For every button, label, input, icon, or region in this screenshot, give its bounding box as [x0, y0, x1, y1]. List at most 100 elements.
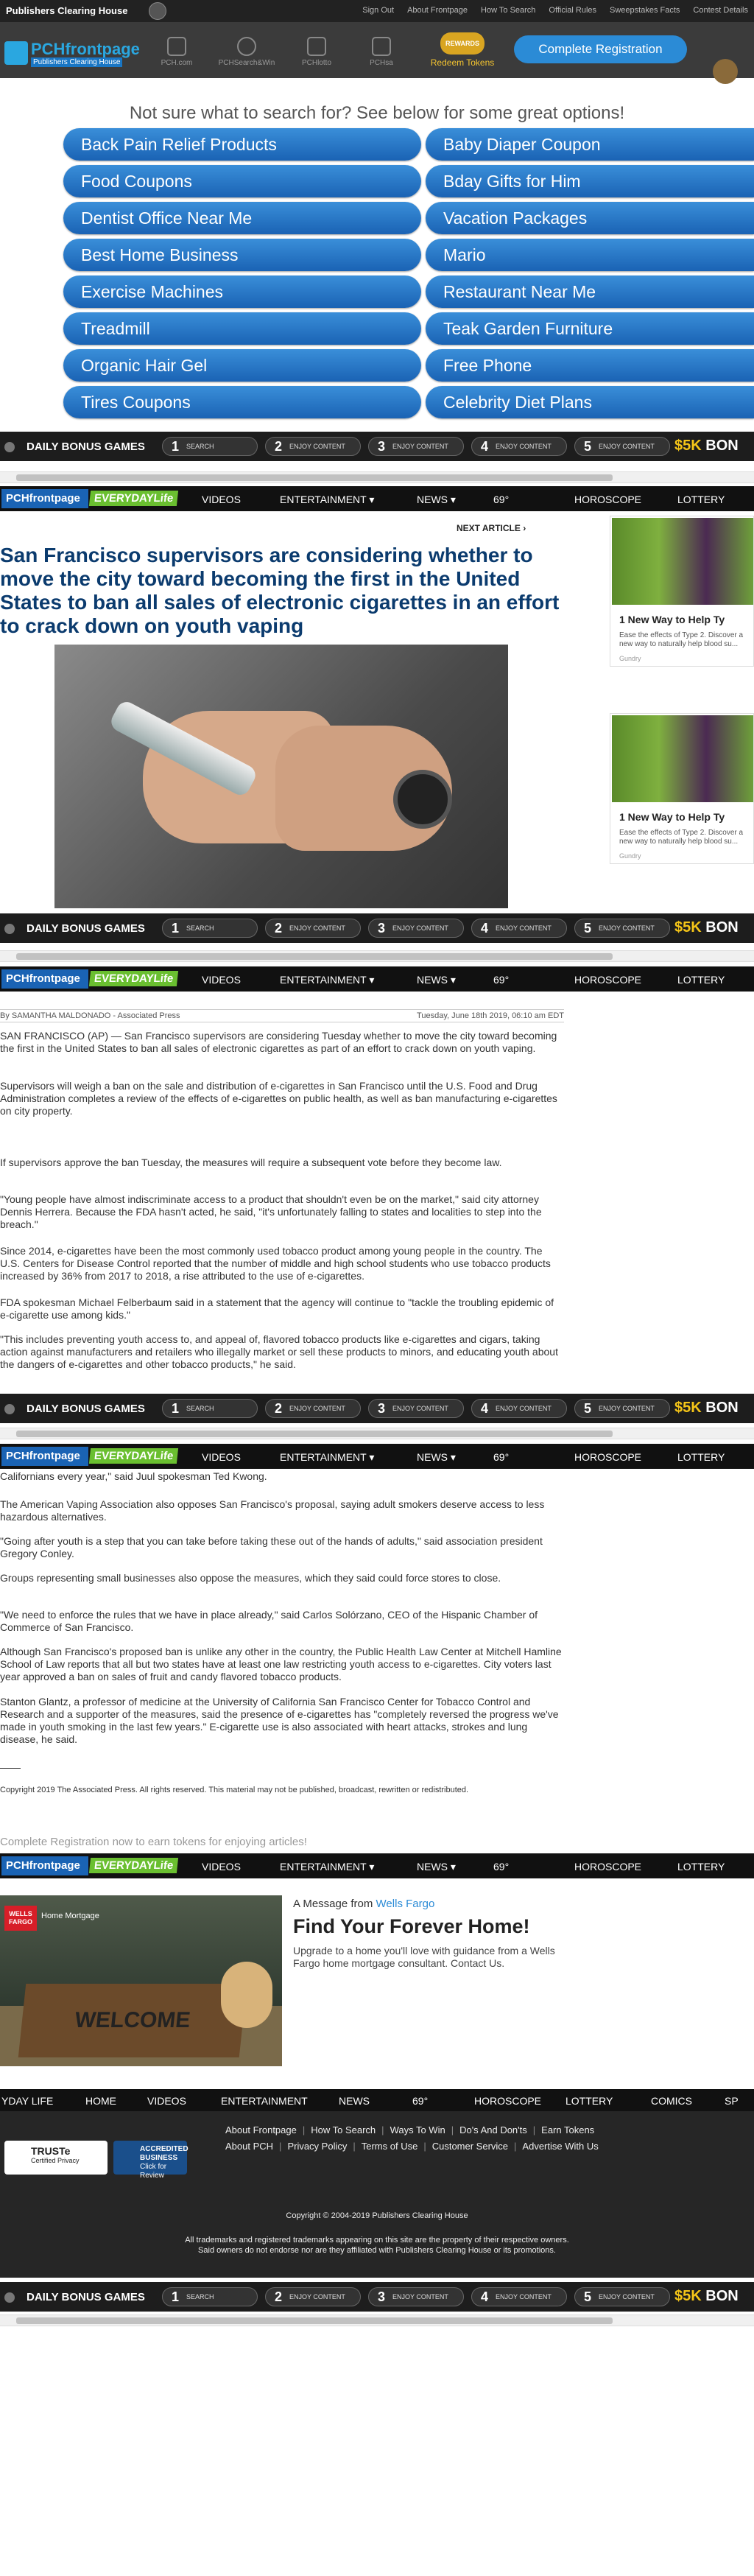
nav-entertainment[interactable]: ENTERTAINMENT ▾ [280, 974, 374, 986]
next-article-link[interactable]: NEXT ARTICLE › [457, 523, 526, 533]
suggestion-pill[interactable]: Back Pain Relief Products [63, 128, 421, 161]
bonus-slot[interactable]: 5 ENJOY CONTENT [574, 2287, 670, 2306]
suggestion-pill[interactable]: Treadmill [63, 312, 421, 345]
link-sign-out[interactable]: Sign Out [362, 6, 394, 15]
suggestion-pill[interactable]: Baby Diaper Coupon [426, 128, 754, 161]
horizontal-scrollbar[interactable] [0, 1428, 754, 1439]
footer-link[interactable]: How To Search [311, 2124, 376, 2135]
ad-brand-link[interactable]: Wells Fargo [376, 1898, 435, 1910]
footer-link[interactable]: Customer Service [432, 2141, 508, 2152]
everyday-life-logo[interactable]: EVERYDAYLife [88, 1448, 179, 1464]
everyday-life-logo[interactable]: EVERYDAYLife [88, 1858, 179, 1873]
suggestion-pill[interactable]: Restaurant Near Me [426, 276, 754, 308]
nav-horoscope[interactable]: HOROSCOPE [574, 974, 641, 986]
bonus-slot[interactable]: 3 ENJOY CONTENT [368, 1399, 464, 1418]
nav-pch-sa[interactable]: PCHsa [359, 37, 404, 75]
link-sweepstakes-facts[interactable]: Sweepstakes Facts [610, 6, 680, 15]
bonus-slot[interactable]: 4 ENJOY CONTENT [471, 437, 567, 456]
footnav-lottery[interactable]: LOTTERY [566, 2095, 613, 2107]
ad-title[interactable]: Find Your Forever Home! [293, 1915, 530, 1938]
complete-registration-button[interactable]: Complete Registration [514, 35, 687, 63]
nav-entertainment[interactable]: ENTERTAINMENT ▾ [280, 1861, 374, 1873]
nav-news[interactable]: NEWS ▾ [417, 1451, 456, 1464]
scroll-thumb[interactable] [16, 953, 613, 960]
footer-link[interactable]: Do's And Don'ts [459, 2124, 527, 2135]
weather-temp[interactable]: 69° [493, 1861, 509, 1873]
site-brand[interactable]: Publishers Clearing House [6, 5, 127, 16]
info-icon[interactable] [4, 1404, 15, 1414]
everyday-life-logo[interactable]: EVERYDAYLife [88, 971, 179, 986]
suggestion-pill[interactable]: Teak Garden Furniture [426, 312, 754, 345]
pch-frontpage-badge[interactable]: PCHfrontpage [1, 1447, 88, 1466]
footnav-sports[interactable]: SP [725, 2095, 739, 2107]
scroll-thumb[interactable] [16, 474, 613, 481]
footnav-videos[interactable]: VIDEOS [147, 2095, 186, 2107]
bonus-slot-search[interactable]: 1 SEARCH [162, 1399, 258, 1418]
pch-frontpage-badge[interactable]: PCHfrontpage [1, 969, 88, 989]
scroll-thumb[interactable] [16, 2317, 613, 2324]
suggestion-pill[interactable]: Celebrity Diet Plans [426, 386, 754, 418]
bonus-slot[interactable]: 4 ENJOY CONTENT [471, 2287, 567, 2306]
search-icon[interactable] [149, 2, 166, 20]
suggestion-pill[interactable]: Best Home Business [63, 239, 421, 271]
footer-link[interactable]: Earn Tokens [541, 2124, 594, 2135]
ad-image[interactable]: WELCOME WELLS FARGO Home Mortgage [0, 1895, 282, 2066]
bonus-slot[interactable]: 5 ENJOY CONTENT [574, 1399, 670, 1418]
info-icon[interactable] [4, 924, 15, 934]
nav-lottery[interactable]: LOTTERY [677, 1861, 725, 1873]
suggestion-pill[interactable]: Dentist Office Near Me [63, 202, 421, 234]
bonus-prize[interactable]: $5K BON [674, 1400, 739, 1417]
link-contest-details[interactable]: Contest Details [693, 6, 748, 15]
bbb-seal[interactable]: ACCREDITED BUSINESS Click for Review [113, 2141, 188, 2180]
everyday-life-logo[interactable]: EVERYDAYLife [88, 491, 179, 506]
side-ad[interactable]: 1 New Way to Help Ty Ease the effects of… [610, 713, 754, 864]
nav-horoscope[interactable]: HOROSCOPE [574, 494, 641, 505]
bonus-slot[interactable]: 3 ENJOY CONTENT [368, 2287, 464, 2306]
suggestion-pill[interactable]: Exercise Machines [63, 276, 421, 308]
horizontal-scrollbar[interactable] [0, 471, 754, 483]
bonus-slot[interactable]: 3 ENJOY CONTENT [368, 919, 464, 938]
footnav-home[interactable]: HOME [85, 2095, 116, 2107]
footer-link[interactable]: Advertise With Us [522, 2141, 598, 2152]
truste-seal[interactable]: TRUSTe Certified Privacy [4, 2141, 108, 2175]
nav-pch-search-win[interactable]: PCHSearch&Win [214, 37, 280, 75]
bonus-slot[interactable]: 5 ENJOY CONTENT [574, 919, 670, 938]
nav-horoscope[interactable]: HOROSCOPE [574, 1451, 641, 1463]
link-official-rules[interactable]: Official Rules [549, 6, 596, 15]
suggestion-pill[interactable]: Free Phone [426, 349, 754, 382]
bonus-slot-search[interactable]: 1 SEARCH [162, 2287, 258, 2306]
nav-lottery[interactable]: LOTTERY [677, 494, 725, 505]
bonus-slot[interactable]: 3 ENJOY CONTENT [368, 437, 464, 456]
weather-temp[interactable]: 69° [493, 1451, 509, 1463]
footnav-horoscope[interactable]: HOROSCOPE [474, 2095, 541, 2107]
bonus-prize[interactable]: $5K BON [674, 919, 739, 936]
nav-news[interactable]: NEWS ▾ [417, 494, 456, 506]
bonus-prize[interactable]: $5K BON [674, 2288, 739, 2305]
rewards-button[interactable]: REWARDS Redeem Tokens [426, 32, 499, 74]
bonus-slot[interactable]: 2 ENJOY CONTENT [265, 1399, 361, 1418]
footnav-entertainment[interactable]: ENTERTAINMENT [221, 2095, 308, 2107]
nav-pch-lotto[interactable]: PCHlotto [295, 37, 339, 75]
pch-frontpage-badge[interactable]: PCHfrontpage [1, 489, 88, 508]
weather-temp[interactable]: 69° [493, 974, 509, 986]
footnav-comics[interactable]: COMICS [651, 2095, 692, 2107]
pch-frontpage-badge[interactable]: PCHfrontpage [1, 1856, 88, 1875]
nav-news[interactable]: NEWS ▾ [417, 974, 456, 986]
nav-videos[interactable]: VIDEOS [202, 974, 241, 986]
info-icon[interactable] [4, 2292, 15, 2303]
footer-link[interactable]: Ways To Win [390, 2124, 445, 2135]
bonus-slot[interactable]: 4 ENJOY CONTENT [471, 1399, 567, 1418]
link-about-frontpage[interactable]: About Frontpage [407, 6, 468, 15]
nav-lottery[interactable]: LOTTERY [677, 1451, 725, 1463]
nav-videos[interactable]: VIDEOS [202, 1861, 241, 1873]
footer-link[interactable]: About Frontpage [225, 2124, 297, 2135]
bonus-slot[interactable]: 4 ENJOY CONTENT [471, 919, 567, 938]
suggestion-pill[interactable]: Tires Coupons [63, 386, 421, 418]
footer-link[interactable]: Terms of Use [362, 2141, 418, 2152]
nav-horoscope[interactable]: HOROSCOPE [574, 1861, 641, 1873]
scroll-thumb[interactable] [16, 1431, 613, 1437]
level-indicator[interactable] [703, 49, 747, 93]
footer-link[interactable]: Privacy Policy [287, 2141, 347, 2152]
bonus-slot[interactable]: 5 ENJOY CONTENT [574, 437, 670, 456]
bonus-slot[interactable]: 2 ENJOY CONTENT [265, 919, 361, 938]
